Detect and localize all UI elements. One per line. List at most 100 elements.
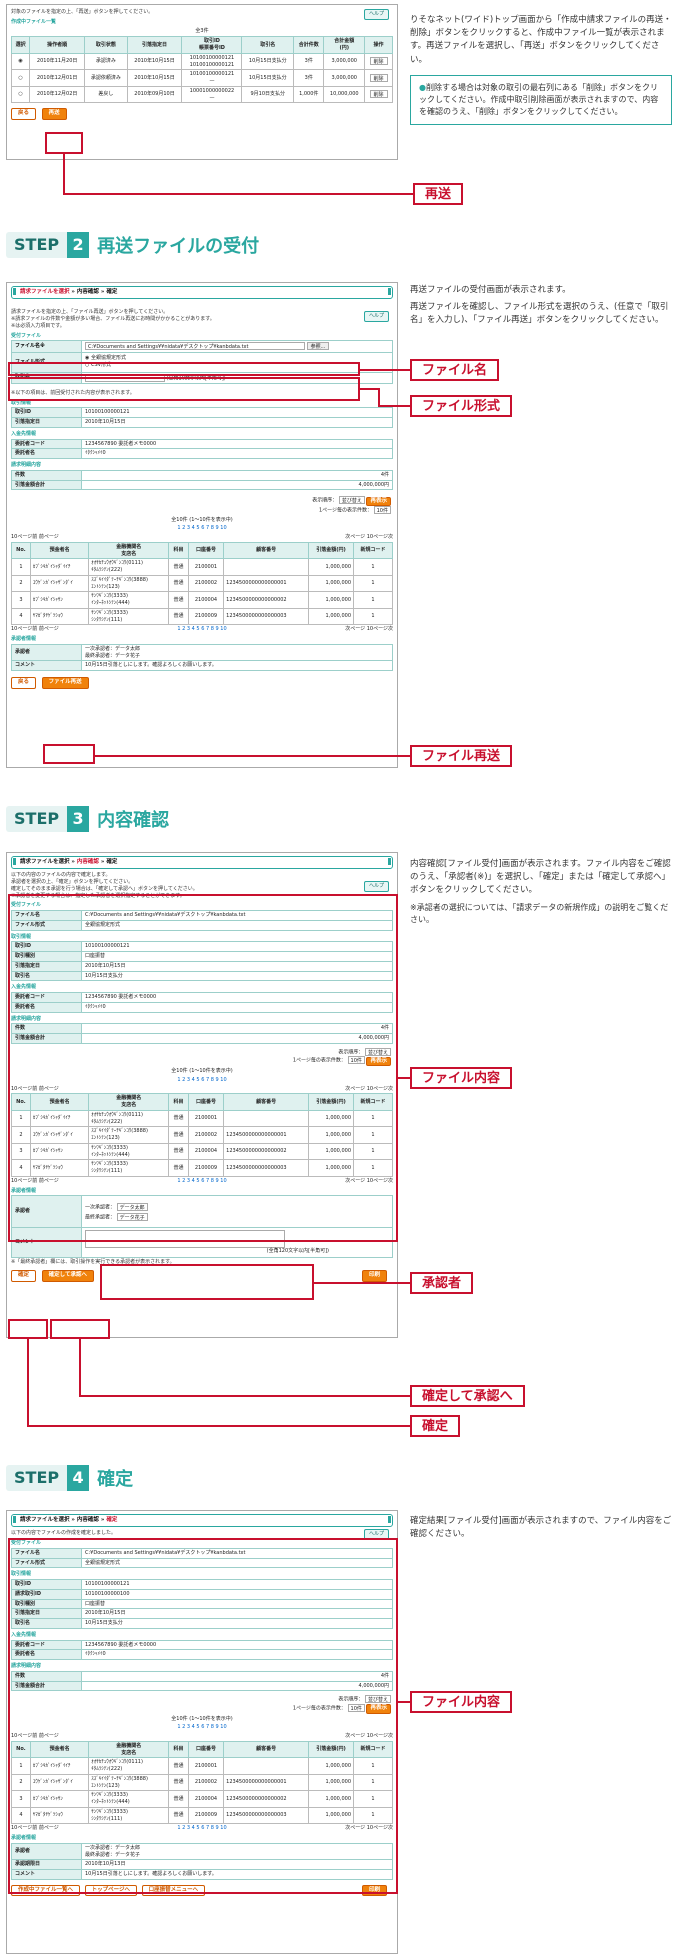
- crumb-confirm: 内容確認: [76, 1517, 99, 1523]
- delete-button-cell: 削除: [364, 52, 393, 71]
- grid-cell: ﾔﾏｶﾞﾀﾔｹﾞﾂｼｮｳ: [29, 607, 90, 626]
- file-resend-button[interactable]: ファイル再送: [41, 677, 89, 689]
- step1-section-title: 作成中ファイル一覧: [11, 18, 57, 25]
- next10-link[interactable]: 10ページ次: [367, 534, 393, 540]
- next10-link[interactable]: 10ページ次: [367, 626, 393, 632]
- breadcrumb: 請求ファイルを選択 » 内容確認 » 確定: [11, 286, 393, 300]
- grid-cell: 1: [353, 591, 393, 609]
- step-number: 3: [67, 806, 90, 832]
- prev10-link[interactable]: 10ページ前: [11, 534, 37, 540]
- confirm-button[interactable]: 確定: [11, 1270, 37, 1282]
- grid-cell: 3: [11, 591, 31, 609]
- kv-label: 件数: [11, 469, 82, 481]
- resend-button[interactable]: 再送: [41, 108, 67, 120]
- file-format-highlight: [8, 377, 360, 401]
- select-radio[interactable]: ○: [10, 85, 31, 104]
- crumb-confirm: 内容確認: [76, 859, 99, 865]
- callout-file-format: ファイル形式: [410, 395, 513, 417]
- file-resend-highlight: [43, 744, 95, 764]
- kv-row: 引落指定日 2010年10月15日: [11, 417, 393, 428]
- step2-intro: 請求ファイルを指定の上、「ファイル再送」ボタンを押してください。 ※請求ファイル…: [11, 309, 215, 329]
- grid-cell: 普通: [168, 574, 189, 593]
- print-button[interactable]: 印刷: [361, 1270, 387, 1282]
- per-page-select[interactable]: 10件: [373, 506, 391, 515]
- breadcrumb: 請求ファイルを選択 » 内容確認 » 確定: [11, 1514, 393, 1528]
- grid-cell: ﾕｳｹﾞﾝｶﾞｲｼｬｻﾞﾝﾀﾞｲ: [29, 574, 90, 593]
- help-button[interactable]: ヘルプ: [363, 311, 389, 322]
- breadcrumb: 請求ファイルを選択 » 内容確認 » 確定: [11, 856, 393, 870]
- grid-cell: 1,000,000: [308, 574, 354, 593]
- comment-hint: (全角120文字以内[半角可]): [266, 1248, 329, 1255]
- table-header: 操作者順: [29, 36, 86, 54]
- grid-cell: 2100004: [187, 591, 225, 609]
- redisplay-button[interactable]: 再表示: [366, 496, 391, 507]
- table-header: 合計件数: [293, 36, 325, 54]
- step4-content-highlight: [8, 1538, 398, 1894]
- callout-resend: 再送: [413, 183, 464, 205]
- grid-cell: 1234500000000000002: [223, 591, 310, 609]
- page-info: 全10件 (1〜10件を表示中): [171, 516, 233, 523]
- sort-select[interactable]: 並び替え: [338, 496, 365, 505]
- table-cell: 1,000件: [293, 85, 325, 104]
- help-button[interactable]: ヘルプ: [363, 881, 389, 892]
- help-button[interactable]: ヘルプ: [363, 9, 389, 20]
- back-button[interactable]: 戻る: [11, 108, 37, 120]
- page-numbers-bottom[interactable]: 1 2 3 4 5 6 7 8 9 10: [177, 626, 226, 633]
- table-cell: 10001000000022 —: [181, 85, 243, 104]
- callout-step4-content: ファイル内容: [410, 1691, 513, 1713]
- step1-desc-text: りそなネット(ワイド)トップ画面から「作成中請求ファイルの再送・削除」ボタンをク…: [410, 15, 672, 65]
- crumb-select: 請求ファイルを選択: [20, 1517, 70, 1523]
- table-cell: 10月15日支払分: [241, 52, 295, 71]
- grid-cell: ｻﾝﾜｷﾞﾝｺｳ(3333) ｲﾝﾀｰﾈｯﾄｼﾃﾝ(444): [88, 591, 170, 609]
- delete-button[interactable]: 削除: [369, 90, 388, 99]
- sort-controls: 表示順序： 並び替え 再表示 1ページ毎の表示件数： 10件: [13, 496, 391, 515]
- prev-link[interactable]: 前ページ: [39, 534, 59, 540]
- table-header: 引落指定日: [126, 36, 183, 54]
- next-link[interactable]: 次ページ: [345, 534, 365, 540]
- table-cell: 2010年10月15日: [126, 52, 183, 71]
- browse-button[interactable]: 参照...: [306, 342, 330, 351]
- grid-cell: 1: [353, 558, 393, 576]
- grid-header-row: No. 預金者名 金融機関名 支店名 科目 口座番号 顧客番号 引落金額(円) 新規コード: [11, 541, 393, 560]
- grid-cell: 2100009: [187, 607, 225, 626]
- table-cell: 2010年11月20日: [29, 52, 86, 71]
- kv-label: 引落指定日: [11, 417, 82, 428]
- select-radio[interactable]: ◉: [10, 52, 31, 71]
- step4-header: STEP 4 確定: [6, 1465, 133, 1491]
- kv-row: 件数 4件: [11, 469, 393, 481]
- format-zengin-label: 全銀協規定形式: [90, 355, 126, 362]
- table-cell: 10100100000121 —: [181, 69, 243, 87]
- grid-cell: 1: [11, 558, 31, 576]
- torihiki-table: 取引ID 10100100000121 引落指定日 2010年10月15日: [11, 407, 393, 428]
- table-row: ◉ 2010年11月20日 承認済み 2010年10月15日 1010010000012…: [10, 52, 393, 71]
- grid-cell: ｵｵｻｶﾁｭｳｵｳｷﾞﾝｺｳ(0111) ｷﾀﾑﾗｼﾃﾝ(222): [88, 558, 170, 576]
- file-path-input[interactable]: C:¥Documents and Settings¥¥nidata¥デスクトップ…: [85, 342, 305, 351]
- grid-header: 口座番号: [187, 541, 225, 560]
- table-row: 1 ｶﾌﾞｼｷｶﾞｲｼｬﾀﾞｲｲﾁ ｵｵｻｶﾁｭｳｵｳｷﾞﾝｺｳ(0111) ｷﾀﾑ…: [11, 558, 393, 576]
- grid-header: 新規コード: [353, 541, 393, 560]
- step1-resend-highlight: [45, 132, 83, 154]
- step3-description: 内容確認[ファイル受付]画面が表示されます。ファイル内容をご確認のうえ、「承認者…: [410, 858, 672, 926]
- detail-grid: No. 預金者名 金融機関名 支店名 科目 口座番号 顧客番号 引落金額(円) 新規コード 1 ｶ…: [11, 541, 393, 626]
- pager-bottom: 10ページ前 前ページ 1 2 3 4 5 6 7 8 9 10 次ページ 10ペー…: [11, 626, 393, 633]
- kv-row: 委託者名 ｲﾀｸｼｬﾒｲ0: [11, 448, 393, 460]
- prev10-link[interactable]: 10ページ前: [11, 626, 37, 632]
- page-numbers[interactable]: 1 2 3 4 5 6 7 8 9 10: [7, 525, 397, 532]
- grid-cell: ｶﾌﾞｼｷｶﾞｲｼｬｻﾝ: [29, 591, 90, 609]
- comment-value: 10月15日引落としにします。確認よろしくお願いします。: [81, 660, 393, 672]
- prev-link[interactable]: 前ページ: [39, 626, 59, 632]
- kv-value: 1234567890 委託者メモ0000: [81, 438, 393, 450]
- back-button[interactable]: 戻る: [11, 677, 37, 689]
- kv-value: 10100100000121: [81, 407, 393, 419]
- grid-cell: 普通: [168, 558, 189, 576]
- confirm-approve-button[interactable]: 確定して承認へ: [41, 1270, 94, 1282]
- grid-cell: 4: [11, 607, 31, 626]
- next-link[interactable]: 次ページ: [345, 626, 365, 632]
- step2-desc2: 再送ファイルを確認し、ファイル形式を選択のうえ、(任意で「取引名」を入力し)、「…: [410, 302, 669, 326]
- step1-total: 全3件: [195, 27, 209, 34]
- kv-value: ｲﾀｸｼｬﾒｲ0: [81, 448, 393, 460]
- select-radio[interactable]: ○: [10, 69, 31, 87]
- delete-button[interactable]: 削除: [369, 73, 388, 82]
- grid-header: 引落金額(円): [308, 541, 354, 560]
- delete-button[interactable]: 削除: [369, 57, 388, 66]
